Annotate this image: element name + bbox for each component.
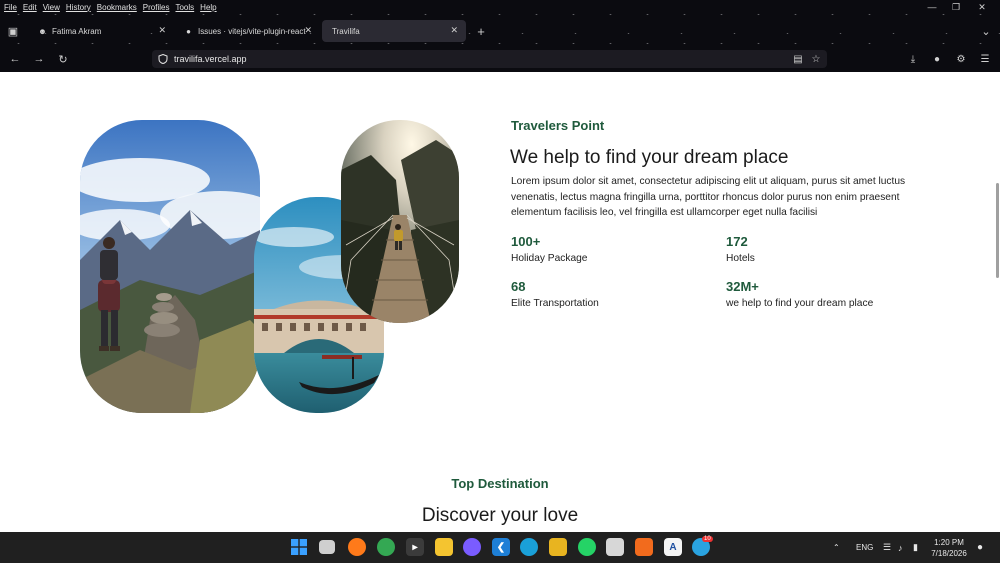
stat-label: we help to find your dream place [726,298,874,309]
stat-label: Holiday Package [511,253,588,264]
extensions-icon[interactable]: ⚙ [951,48,971,70]
user-icon: ☻ [38,26,47,36]
destination-eyebrow: Top Destination [451,476,549,491]
filezilla-icon[interactable] [549,538,567,556]
menu-profiles[interactable]: Profiles [143,3,170,12]
close-tab-icon[interactable]: ✕ [450,25,458,36]
stat-dream-place: 32M+ we help to find your dream place [726,279,873,309]
bookmark-star-icon[interactable]: ☆ [806,48,826,70]
tab-overview-icon[interactable]: ▣ [2,20,24,42]
forward-button[interactable]: → [28,48,50,70]
close-tab-icon[interactable]: ✕ [304,25,312,36]
windows-logo-icon [291,539,307,555]
menu-bar: File Edit View History Bookmarks Profile… [0,0,217,14]
reader-view-icon[interactable]: ▤ [788,48,808,70]
about-eyebrow: Travelers Point [511,118,605,133]
firefox-icon[interactable] [348,538,366,556]
clock-time: 1:20 PM [934,538,964,547]
hiker-mountain-photo [80,120,260,413]
back-button[interactable]: ← [4,48,26,70]
start-button[interactable] [290,538,308,556]
stat-value: 172 [726,234,748,249]
menu-tools[interactable]: Tools [175,3,194,12]
menu-bookmarks[interactable]: Bookmarks [97,3,137,12]
xampp-icon[interactable] [635,538,653,556]
restore-button[interactable]: ❐ [946,0,966,14]
reload-button[interactable]: ↻ [52,48,74,70]
show-hidden-icons[interactable]: ⌃ [833,532,840,563]
video-editor-icon[interactable]: ▸ [406,538,424,556]
stat-value: 32M+ [726,279,759,294]
stat-label: Elite Transportation [511,298,599,309]
tab-label: Issues · vitejs/vite-plugin-react [198,26,306,36]
tab-bar: ▣ ☻ Fatima Akram ✕ ● Issues · vitejs/vit… [0,20,1000,44]
close-tab-icon[interactable]: ✕ [158,25,166,36]
chrome-icon[interactable] [377,538,395,556]
stat-hotels: 172 Hotels [726,234,755,264]
navigation-toolbar: ← → ↻ travilifa.vercel.app ▤ ☆ ⤓ ● ⚙ ☰ [0,48,1000,70]
menu-file[interactable]: File [4,3,17,12]
page-viewport: Travelers Point We help to find your dre… [0,72,1000,532]
clock-date: 7/18/2026 [931,549,967,558]
battery-icon[interactable]: ▮ [913,532,918,563]
menu-history[interactable]: History [66,3,91,12]
volume-muted-icon[interactable]: ♪ [898,532,903,563]
app-menu-icon[interactable]: ☰ [975,48,995,70]
minimize-button[interactable]: — [922,0,942,14]
edge-icon[interactable] [520,538,538,556]
bridge-traveler-photo [341,120,459,323]
tab-fatima-akram[interactable]: ☻ Fatima Akram ✕ [28,20,174,42]
browser-chrome: File Edit View History Bookmarks Profile… [0,0,1000,72]
windows-taskbar: ▸ ❮ A 10 ⌃ ENG ☰ ♪ ▮ 1:20 PM 7/18/2026 ● [0,532,1000,563]
about-paragraph: Lorem ipsum dolor sit amet, consectetur … [511,176,906,218]
about-heading: We help to find your dream place [510,147,789,168]
url-text: travilifa.vercel.app [174,54,247,64]
stat-value: 100+ [511,234,541,249]
whatsapp-icon[interactable] [578,538,596,556]
copilot-icon[interactable] [463,538,481,556]
stat-elite-transportation: 68 Elite Transportation [511,279,599,309]
wifi-icon[interactable]: ☰ [883,532,891,563]
close-window-button[interactable]: ✕ [972,0,992,14]
menu-help[interactable]: Help [200,3,216,12]
font-app-icon[interactable]: A [664,538,682,556]
vscode-icon[interactable]: ❮ [492,538,510,556]
hiker-mountain-illustration [80,120,260,413]
language-indicator[interactable]: ENG [856,532,873,563]
new-tab-button[interactable]: + [470,20,492,42]
task-view-icon[interactable] [319,540,335,554]
menu-edit[interactable]: Edit [23,3,37,12]
notification-bell-icon[interactable]: ● [977,532,983,563]
telegram-badge: 10 [702,536,713,542]
file-explorer-icon[interactable] [435,538,453,556]
destination-heading: Discover your love [421,505,579,526]
page-scrollbar[interactable] [996,183,999,278]
system-clock[interactable]: 1:20 PM 7/18/2026 [928,537,970,559]
tab-travilifa[interactable]: Travilifa ✕ [322,20,466,42]
tab-github-issues[interactable]: ● Issues · vitejs/vite-plugin-react ✕ [174,20,320,42]
list-tabs-icon[interactable]: ⌄ [975,20,997,42]
github-icon: ● [186,26,191,36]
paint-icon[interactable] [606,538,624,556]
url-bar[interactable]: travilifa.vercel.app [152,50,827,68]
account-icon[interactable]: ● [927,48,947,70]
menu-view[interactable]: View [43,3,60,12]
stat-holiday-package: 100+ Holiday Package [511,234,587,264]
stat-value: 68 [511,279,526,294]
stat-label: Hotels [726,253,755,264]
tab-label: Fatima Akram [52,26,102,36]
bridge-traveler-illustration [341,120,459,323]
shield-icon [158,54,168,64]
downloads-icon[interactable]: ⤓ [903,48,923,70]
tab-label: Travilifa [332,26,360,36]
